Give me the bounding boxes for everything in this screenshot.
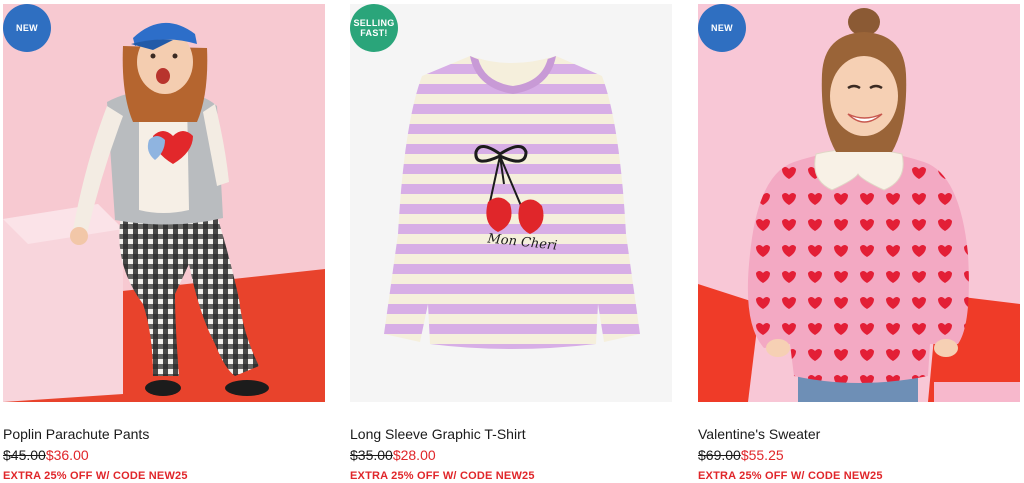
selling-fast-badge: SELLING FAST!: [350, 4, 398, 52]
promo-text: EXTRA 25% OFF W/ CODE NEW25: [3, 470, 188, 482]
price-row: $69.00$55.25: [698, 446, 1020, 464]
product-card[interactable]: NEW Poplin Parachute Pants $45.00$36.00 …: [3, 4, 325, 483]
product-card[interactable]: NEW Valentine's Sweater $69.00$55.25 EXT…: [698, 4, 1020, 483]
sale-price: $28.00: [392, 447, 436, 463]
original-price: $69.00: [698, 447, 741, 463]
new-badge: NEW: [3, 4, 51, 52]
product-image[interactable]: NEW: [698, 4, 1020, 402]
price-row: $45.00$36.00: [3, 446, 325, 464]
product-name[interactable]: Poplin Parachute Pants: [3, 425, 325, 443]
price-row: $35.00$28.00: [350, 446, 672, 464]
product-photo-striped-tshirt: Mon Cheri: [350, 4, 672, 402]
product-photo-girl-gingham-pants: [3, 4, 325, 402]
promo-text: EXTRA 25% OFF W/ CODE NEW25: [698, 470, 883, 482]
product-photo-girl-heart-sweater: [698, 4, 1020, 402]
product-image[interactable]: NEW: [3, 4, 325, 402]
product-image[interactable]: Mon Cheri SELLING FAST!: [350, 4, 672, 402]
sale-price: $36.00: [45, 447, 89, 463]
promo-text: EXTRA 25% OFF W/ CODE NEW25: [350, 470, 535, 482]
original-price: $45.00: [3, 447, 46, 463]
original-price: $35.00: [350, 447, 393, 463]
product-name[interactable]: Valentine's Sweater: [698, 425, 1020, 443]
product-card[interactable]: Mon Cheri SELLING FAST! Long Sleeve Grap…: [350, 4, 672, 483]
product-grid: NEW Poplin Parachute Pants $45.00$36.00 …: [0, 0, 1024, 483]
sale-price: $55.25: [740, 447, 784, 463]
product-name[interactable]: Long Sleeve Graphic T-Shirt: [350, 425, 672, 443]
new-badge: NEW: [698, 4, 746, 52]
